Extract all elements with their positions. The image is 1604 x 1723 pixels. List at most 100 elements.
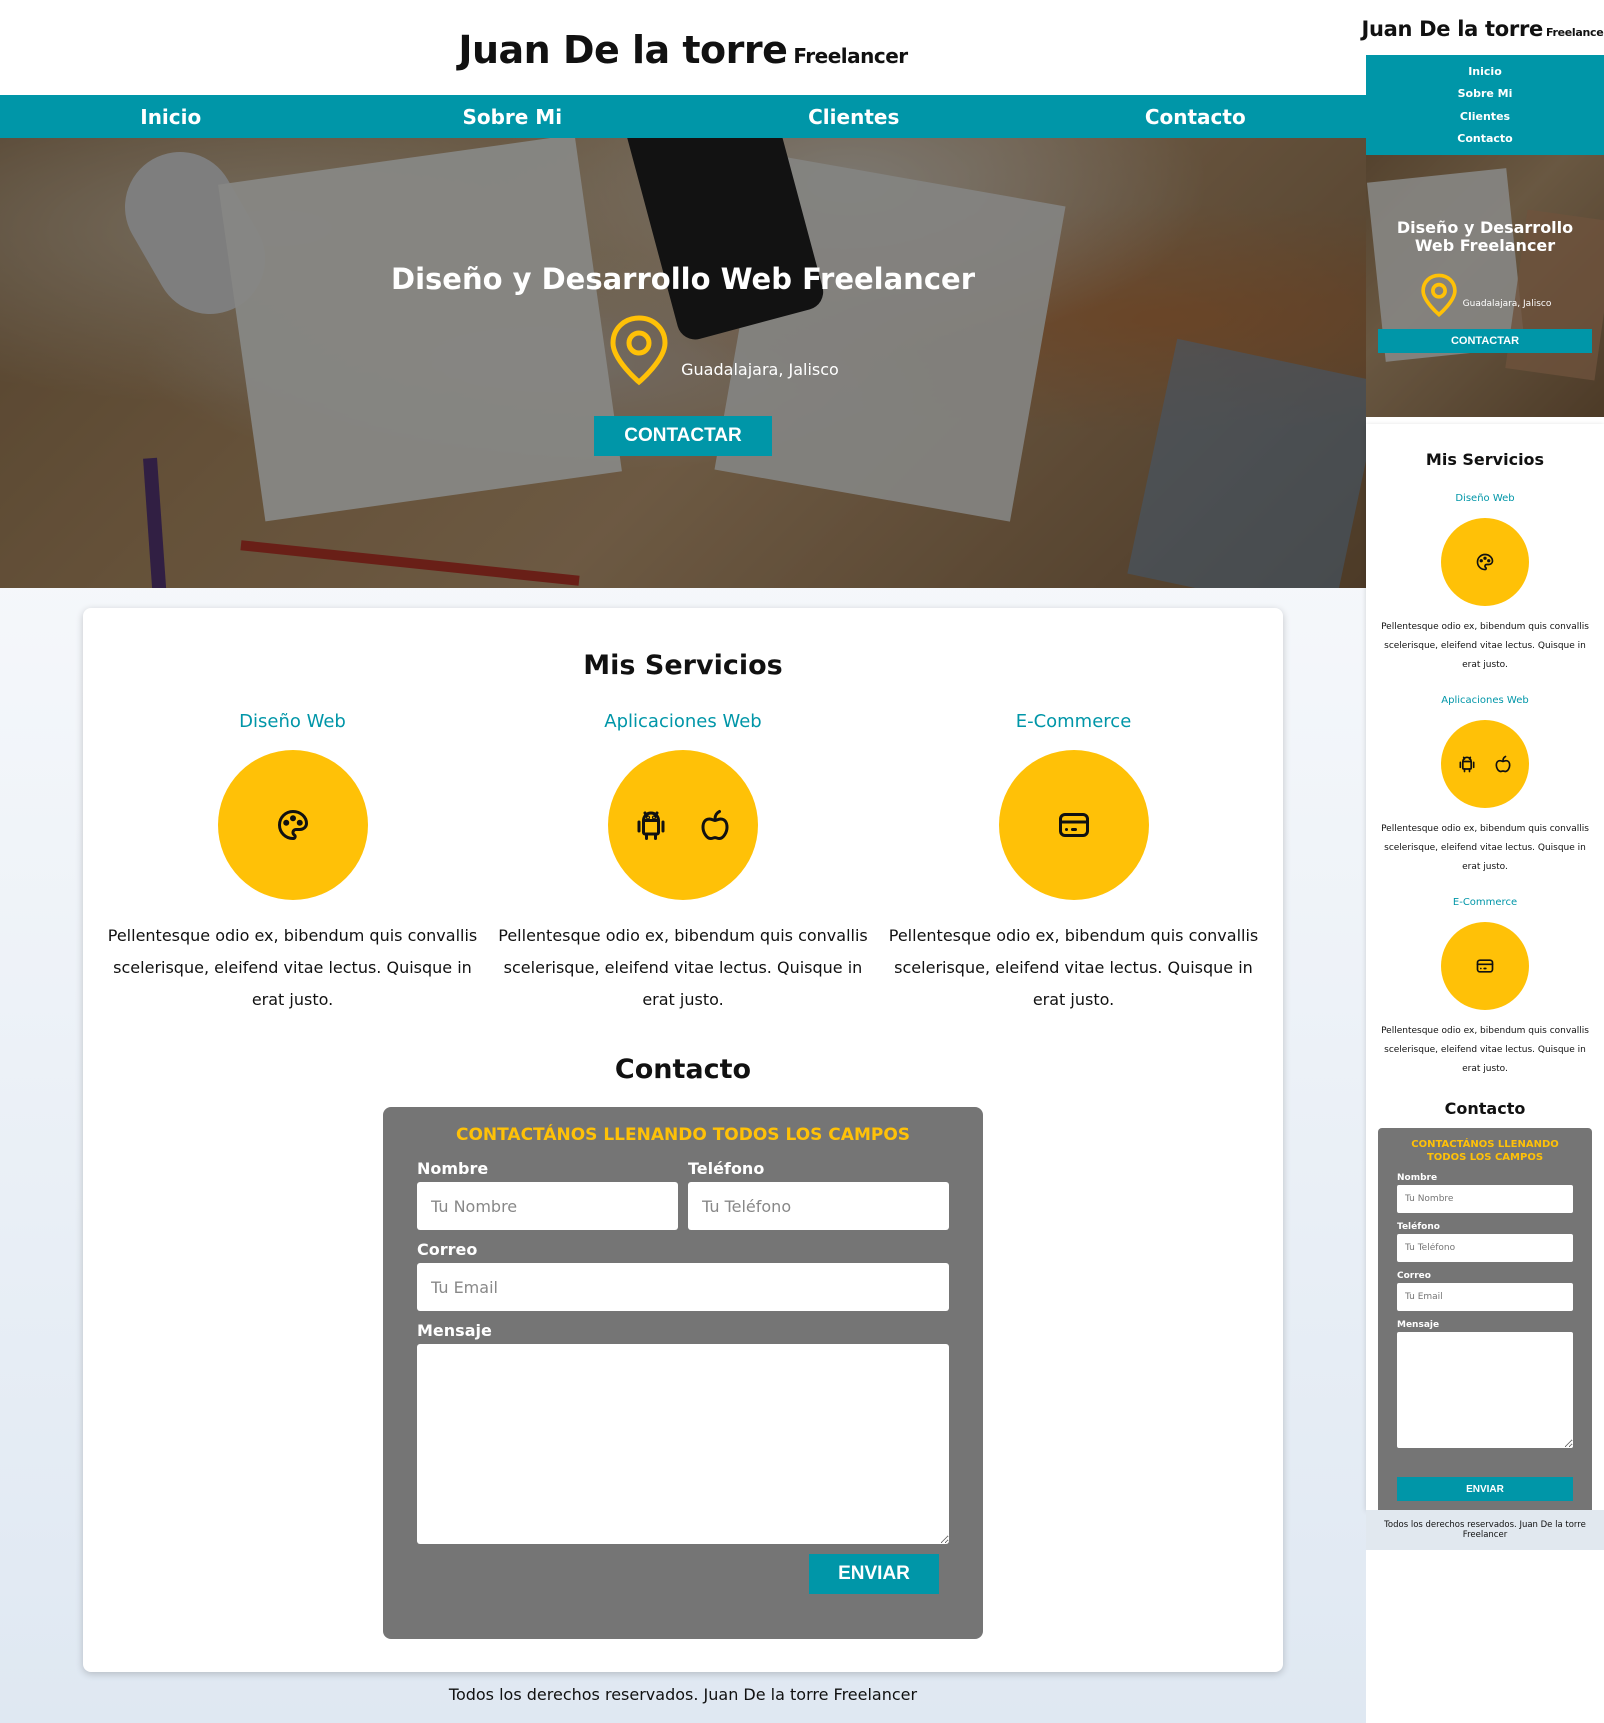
phone-input[interactable] <box>688 1182 949 1230</box>
service-item: Aplicaciones Web Pellentesque odio ex, b… <box>496 711 871 1016</box>
service-description: Pellentesque odio ex, bibendum quis conv… <box>1381 622 1589 670</box>
email-input[interactable] <box>417 1263 949 1311</box>
android-icon <box>637 811 665 840</box>
service-icon-circle <box>1441 720 1529 808</box>
hero-title: Diseño y Desarrollo Web Freelancer <box>391 262 975 296</box>
mobile-site-header: Juan De la torre Freelancer <box>1361 0 1604 55</box>
name-input[interactable] <box>417 1182 678 1230</box>
mobile-site-footer: Todos los derechos reservados. Juan De l… <box>1366 1510 1604 1550</box>
services-title: Mis Servicios <box>583 650 783 681</box>
service-name: E-Commerce <box>1015 711 1132 732</box>
service-description: Pellentesque odio ex, bibendum quis conv… <box>1381 824 1589 872</box>
nav-item-clientes[interactable]: Clientes <box>1460 110 1510 123</box>
hero-section: Diseño y Desarrollo Web Freelancer Guada… <box>0 138 1366 588</box>
service-icon-circle <box>1441 518 1529 606</box>
mobile-main-card: Mis Servicios Diseño Web Pellentesque od… <box>1366 424 1604 1518</box>
map-pin-icon <box>610 315 668 386</box>
mobile-page-bottom <box>1366 1550 1604 1723</box>
site-name: Juan De la torre <box>458 27 788 72</box>
main-card: Mis Servicios Diseño Web Pellentesque od… <box>83 608 1283 1672</box>
service-icon-circle <box>217 750 368 900</box>
name-label: Nombre <box>1397 1173 1438 1183</box>
map-pin-icon <box>1420 273 1457 317</box>
service-icon-circle <box>1441 922 1529 1010</box>
form-row: Nombre Teléfono <box>417 1159 949 1230</box>
service-description: Pellentesque odio ex, bibendum quis conv… <box>888 926 1259 1009</box>
name-label: Nombre <box>417 1159 489 1178</box>
contact-form-title: CONTACTÁNOS LLENANDO TODOS LOS CAMPOS <box>455 1125 911 1145</box>
apple-icon <box>701 810 729 840</box>
hero-content: Diseño y Desarrollo Web Freelancer Guada… <box>1366 155 1604 417</box>
contact-title: Contacto <box>614 1054 752 1085</box>
credit-card-icon <box>1058 813 1089 837</box>
service-name: Diseño Web <box>1455 493 1515 504</box>
phone-group: Teléfono <box>688 1159 949 1230</box>
hero-location-text: Guadalajara, Jalisco <box>681 359 839 379</box>
site-logo[interactable]: Juan De la torre Freelancer <box>458 27 908 72</box>
name-input[interactable] <box>1397 1185 1573 1213</box>
mobile-site-logo[interactable]: Juan De la torre Freelancer <box>1361 17 1604 41</box>
email-input[interactable] <box>1397 1283 1573 1311</box>
message-group: Mensaje <box>417 1321 949 1548</box>
site-tagline: Freelancer <box>793 43 908 68</box>
site-name: Juan De la torre <box>1361 16 1543 41</box>
site-tagline: Freelancer <box>1545 25 1604 39</box>
site-header: Juan De la torre Freelancer <box>0 0 1366 95</box>
contact-cta-button[interactable]: CONTACTAR <box>1378 329 1592 353</box>
contact-form: CONTACTÁNOS LLENANDO TODOS LOS CAMPOS No… <box>383 1107 983 1639</box>
phone-label: Teléfono <box>688 1159 765 1178</box>
nav-item-sobre-mi[interactable]: Sobre Mi <box>342 95 684 138</box>
contact-form-title: CONTACTÁNOS LLENANDO TODOS LOS CAMPOS <box>1411 1139 1559 1163</box>
service-item: E-Commerce Pellentesque odio ex, bibendu… <box>1366 897 1604 1079</box>
mobile-hero-section: Diseño y Desarrollo Web Freelancer Guada… <box>1366 155 1604 417</box>
nav-item-inicio[interactable]: Inicio <box>1468 65 1502 78</box>
nav-item-contacto[interactable]: Contacto <box>1025 95 1367 138</box>
email-label: Correo <box>1397 1271 1431 1281</box>
message-textarea[interactable] <box>1397 1332 1573 1448</box>
service-item: Diseño Web Pellentesque odio ex, bibendu… <box>105 711 480 1016</box>
submit-button[interactable]: ENVIAR <box>809 1554 939 1594</box>
desktop-view: Juan De la torre Freelancer Inicio Sobre … <box>0 0 1366 1723</box>
service-item: Diseño Web Pellentesque odio ex, bibendu… <box>1366 493 1604 675</box>
submit-button[interactable]: ENVIAR <box>1397 1477 1573 1501</box>
service-icon-circle <box>998 750 1149 900</box>
hero-title: Diseño y Desarrollo Web Freelancer <box>1396 218 1574 255</box>
service-name: Aplicaciones Web <box>604 711 762 732</box>
services-title: Mis Servicios <box>1425 450 1545 469</box>
message-label: Mensaje <box>417 1321 492 1340</box>
nav-item-contacto[interactable]: Contacto <box>1457 132 1512 145</box>
nav-item-inicio[interactable]: Inicio <box>0 95 342 138</box>
contact-cta-button[interactable]: CONTACTAR <box>594 416 772 456</box>
nav-item-sobre-mi[interactable]: Sobre Mi <box>1458 87 1513 100</box>
main-nav: Inicio Sobre Mi Clientes Contacto <box>0 95 1366 138</box>
contact-title: Contacto <box>1444 1099 1526 1118</box>
service-name: Diseño Web <box>239 711 346 732</box>
nav-item-clientes[interactable]: Clientes <box>683 95 1025 138</box>
service-name: E-Commerce <box>1452 897 1518 908</box>
mobile-view: Juan De la torre Freelancer Inicio Sobre … <box>1361 0 1604 1723</box>
service-description: Pellentesque odio ex, bibendum quis conv… <box>1381 1026 1589 1074</box>
credit-card-icon <box>1476 959 1494 973</box>
service-name: Aplicaciones Web <box>1441 695 1529 706</box>
apple-icon <box>1495 755 1511 773</box>
phone-label: Teléfono <box>1397 1222 1440 1232</box>
palette-icon <box>277 810 308 840</box>
message-label: Mensaje <box>1397 1320 1440 1330</box>
android-icon <box>1459 756 1475 773</box>
mobile-main-nav: Inicio Sobre Mi Clientes Contacto <box>1366 55 1604 155</box>
hero-location: Guadalajara, Jalisco <box>607 314 839 386</box>
hero-location-text: Guadalajara, Jalisco <box>1462 299 1552 309</box>
name-group: Nombre <box>417 1159 678 1230</box>
form-actions: ENVIAR <box>417 1554 949 1594</box>
hero-content: Diseño y Desarrollo Web Freelancer Guada… <box>0 138 1366 588</box>
palette-icon <box>1476 553 1494 571</box>
message-textarea[interactable] <box>417 1344 949 1544</box>
email-label: Correo <box>417 1240 478 1259</box>
service-description: Pellentesque odio ex, bibendum quis conv… <box>107 926 478 1009</box>
hero-location: Guadalajara, Jalisco <box>1419 273 1552 317</box>
service-item: Aplicaciones Web Pellentesque odio ex, b… <box>1366 695 1604 877</box>
phone-input[interactable] <box>1397 1234 1573 1262</box>
services-list: Diseño Web Pellentesque odio ex, bibendu… <box>83 711 1283 1016</box>
service-description: Pellentesque odio ex, bibendum quis conv… <box>498 926 868 1009</box>
mobile-contact-form: CONTACTÁNOS LLENANDO TODOS LOS CAMPOS No… <box>1378 1128 1592 1518</box>
